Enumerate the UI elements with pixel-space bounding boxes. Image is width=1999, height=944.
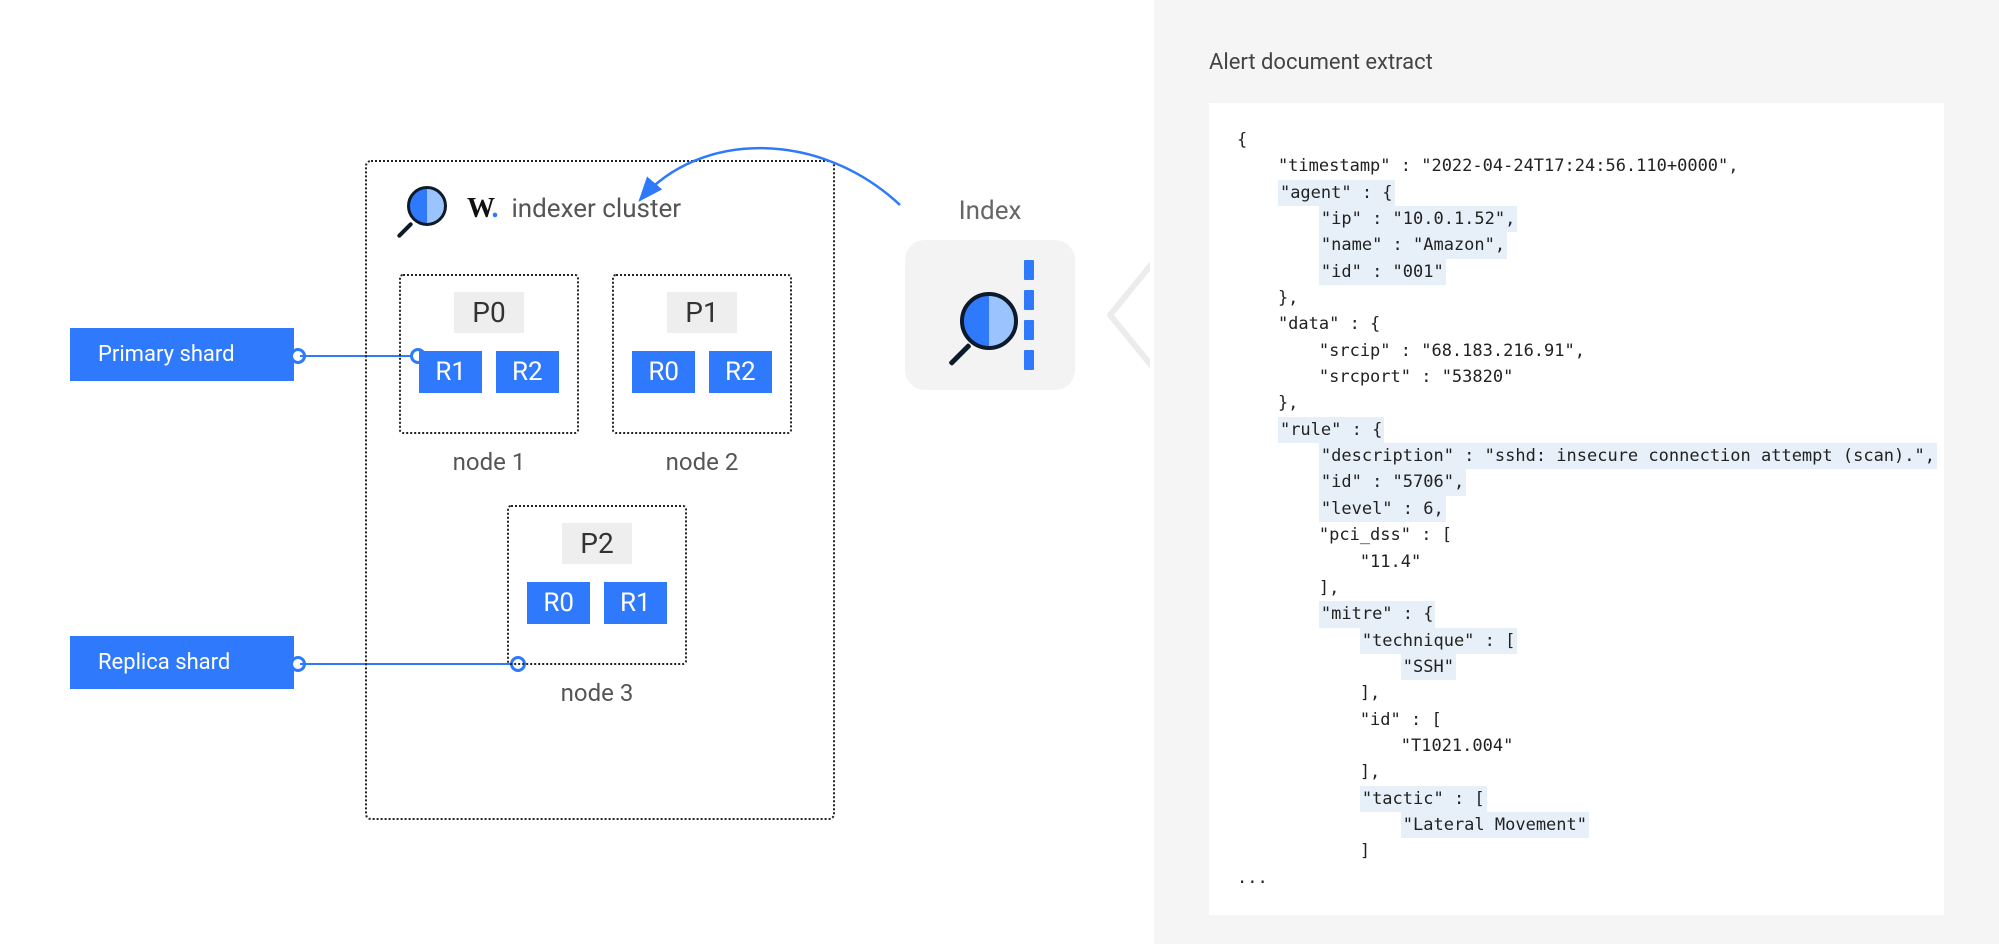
index-label: Index: [890, 196, 1090, 226]
index-bars-icon: [1024, 260, 1034, 370]
primary-shard-badge: P0: [454, 292, 523, 333]
json-line: "id" : "001": [1237, 259, 1916, 285]
json-line: "SSH": [1237, 654, 1916, 680]
cluster-diagram: Primary shard Replica shard W. indexer c…: [0, 0, 1150, 944]
json-line: "srcip" : "68.183.216.91",: [1237, 338, 1916, 364]
node-box: P1 R0 R2 node 2: [612, 274, 792, 434]
json-line: "Lateral Movement": [1237, 812, 1916, 838]
node-label: node 2: [666, 448, 739, 476]
cluster-header: W. indexer cluster: [367, 162, 833, 234]
json-line: "ip" : "10.0.1.52",: [1237, 206, 1916, 232]
replica-shard-badge: R1: [419, 351, 482, 393]
json-line: "name" : "Amazon",: [1237, 232, 1916, 258]
node-label: node 1: [453, 448, 526, 476]
json-line: "technique" : [: [1237, 628, 1916, 654]
json-line: "rule" : {: [1237, 417, 1916, 443]
alert-panel: Alert document extract { "timestamp" : "…: [1154, 0, 1999, 944]
indexer-cluster-box: W. indexer cluster P0 R1 R2 node 1 P1 R0…: [365, 160, 835, 820]
json-line: "11.4": [1237, 549, 1916, 575]
wazuh-logo-mark: W.: [467, 193, 497, 225]
magnifier-icon: [956, 290, 1006, 340]
json-line: ]: [1237, 838, 1916, 864]
replica-shard-badge: R2: [709, 351, 772, 393]
json-line: },: [1237, 285, 1916, 311]
alert-json-box: { "timestamp" : "2022-04-24T17:24:56.110…: [1209, 103, 1944, 915]
node-box: P2 R0 R1 node 3: [507, 505, 687, 665]
primary-shard-label: Primary shard: [70, 328, 294, 381]
json-line: "level" : 6,: [1237, 496, 1916, 522]
primary-shard-badge: P2: [562, 523, 631, 564]
node-label: node 3: [561, 679, 634, 707]
json-line: ],: [1237, 759, 1916, 785]
magnifier-icon: [403, 184, 453, 234]
replica-shard-badge: R2: [496, 351, 559, 393]
alert-title: Alert document extract: [1209, 50, 1944, 75]
json-line: ],: [1237, 575, 1916, 601]
json-line: "mitre" : {: [1237, 601, 1916, 627]
replica-shard-badge: R0: [527, 582, 590, 624]
index-tile: Index: [890, 196, 1090, 390]
json-line: "id" : "5706",: [1237, 469, 1916, 495]
json-line: "data" : {: [1237, 311, 1916, 337]
json-line: "T1021.004": [1237, 733, 1916, 759]
json-line: ...: [1237, 865, 1916, 891]
json-line: "timestamp" : "2022-04-24T17:24:56.110+0…: [1237, 153, 1916, 179]
json-line: "tactic" : [: [1237, 786, 1916, 812]
cluster-label: indexer cluster: [511, 194, 681, 224]
json-line: "srcport" : "53820": [1237, 364, 1916, 390]
json-line: "agent" : {: [1237, 180, 1916, 206]
replica-shard-badge: R0: [632, 351, 695, 393]
primary-shard-badge: P1: [667, 292, 736, 333]
node-box: P0 R1 R2 node 1: [399, 274, 579, 434]
replica-shard-label: Replica shard: [70, 636, 294, 689]
index-box: [905, 240, 1075, 390]
json-line: {: [1237, 127, 1916, 153]
json-line: ],: [1237, 680, 1916, 706]
json-line: "pci_dss" : [: [1237, 522, 1916, 548]
json-line: "id" : [: [1237, 707, 1916, 733]
replica-shard-badge: R1: [604, 582, 667, 624]
diagram-canvas: Primary shard Replica shard W. indexer c…: [0, 0, 1999, 944]
json-line: "description" : "sshd: insecure connecti…: [1237, 443, 1916, 469]
json-line: },: [1237, 390, 1916, 416]
